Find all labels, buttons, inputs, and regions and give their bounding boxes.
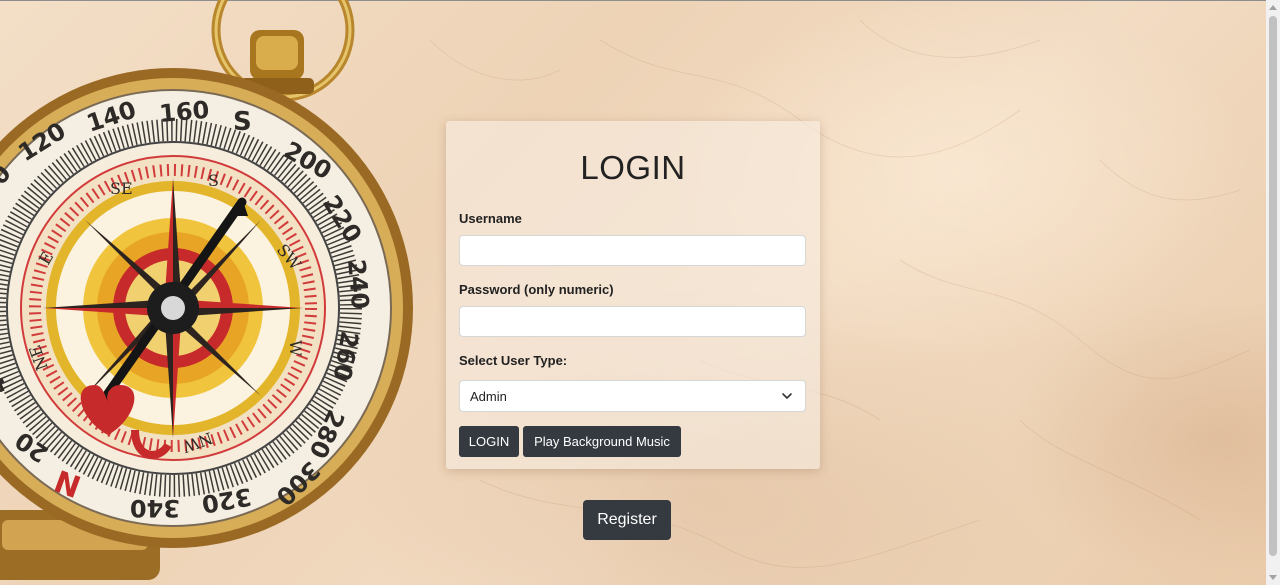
svg-text:S: S <box>233 107 252 137</box>
scrollbar-thumb[interactable] <box>1269 16 1277 556</box>
login-card: LOGIN Username Password (only numeric) S… <box>446 121 820 469</box>
svg-text:160: 160 <box>158 96 210 128</box>
compass-illustration: 160 140 120 100 S 200 220 240 260 280 30… <box>0 0 413 580</box>
vertical-scrollbar[interactable] <box>1266 0 1280 585</box>
play-music-button[interactable]: Play Background Music <box>523 426 681 457</box>
scroll-up-icon[interactable] <box>1269 5 1277 10</box>
login-title: LOGIN <box>580 149 686 186</box>
user-type-select[interactable]: Admin <box>459 380 806 412</box>
username-label: Username <box>459 211 522 226</box>
register-button[interactable]: Register <box>583 500 671 540</box>
page-background: 160 140 120 100 S 200 220 240 260 280 30… <box>0 0 1280 585</box>
svg-text:S: S <box>208 171 219 190</box>
svg-text:W: W <box>286 340 305 357</box>
user-type-label: Select User Type: <box>459 353 568 368</box>
username-input[interactable] <box>459 235 806 266</box>
scroll-down-icon[interactable] <box>1269 575 1277 580</box>
password-label: Password (only numeric) <box>459 282 614 297</box>
svg-text:340: 340 <box>130 494 180 522</box>
svg-text:SE: SE <box>110 179 133 198</box>
svg-text:240: 240 <box>342 258 374 310</box>
login-button[interactable]: LOGIN <box>459 426 519 457</box>
password-input[interactable] <box>459 306 806 337</box>
user-type-selected-value: Admin <box>470 389 507 404</box>
chevron-down-icon <box>782 393 792 399</box>
